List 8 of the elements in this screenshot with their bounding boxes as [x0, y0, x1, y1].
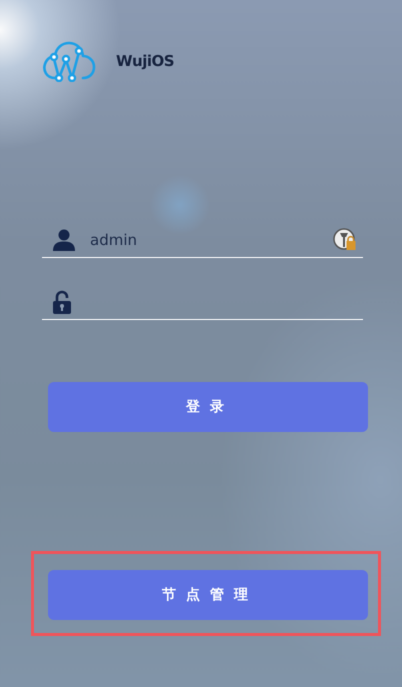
app-name: WujiOS	[116, 52, 174, 70]
input-field[interactable]: admin	[90, 230, 319, 248]
action-button[interactable]: 节点管理	[48, 570, 368, 620]
key-lock-icon[interactable]	[333, 228, 357, 252]
unlock-icon	[52, 290, 72, 314]
user-icon	[52, 228, 76, 250]
cloud-logo-icon	[42, 40, 96, 82]
action-button[interactable]: 登录	[48, 382, 368, 432]
